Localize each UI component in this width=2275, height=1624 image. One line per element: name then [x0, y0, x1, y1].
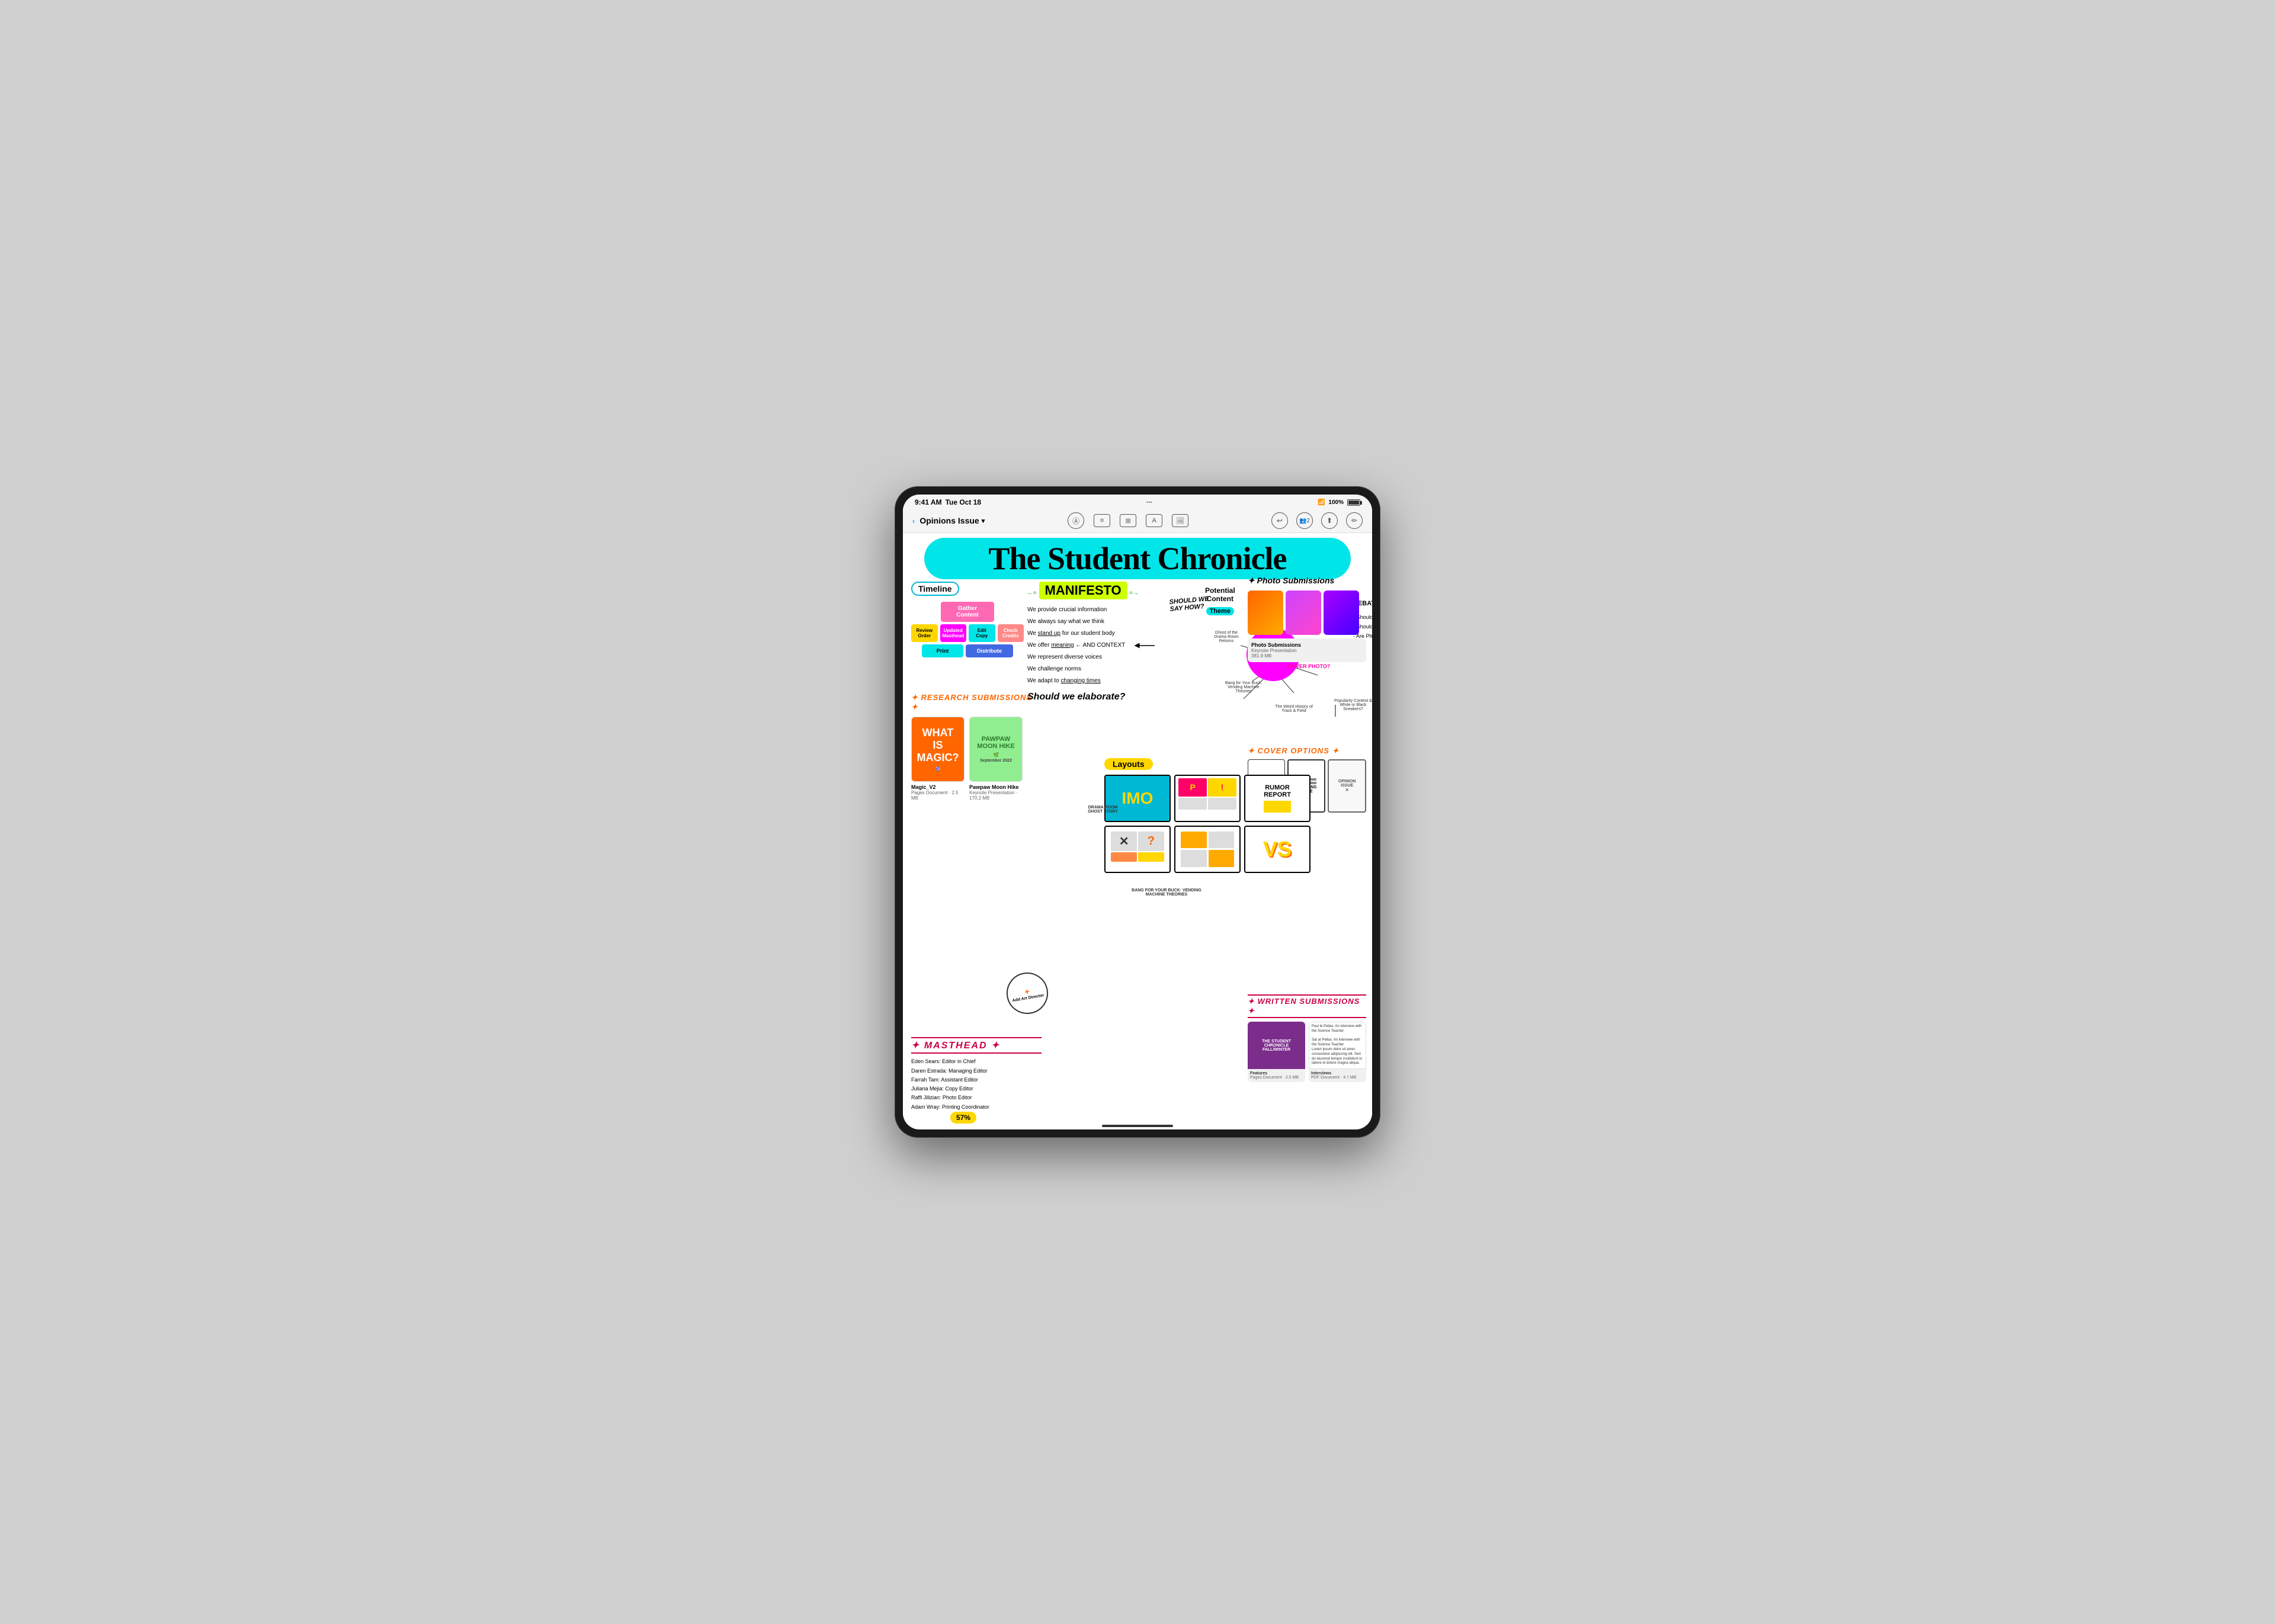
- toolbar: ‹ Opinions Issue ▾ Ⓐ ≡ ⊞ A 🖼 ↩ 👥2 ⬆ ✏: [903, 509, 1372, 533]
- text-format-icon[interactable]: A: [1146, 514, 1162, 527]
- timeline-section: Timeline Gather Content Review Order Upd…: [911, 582, 1024, 660]
- photo-card-1-title: Photo Submissions: [1251, 642, 1363, 648]
- print-box[interactable]: Print: [922, 644, 963, 657]
- interviews-name: Interviews: [1311, 1071, 1364, 1076]
- photo-card-1-type: Keynote Presentation: [1251, 648, 1363, 653]
- time: 9:41 AM: [915, 498, 942, 506]
- masthead-section-label: ✦ MASTHEAD ✦: [911, 1037, 1042, 1054]
- layout-grid[interactable]: P !: [1174, 775, 1241, 822]
- potential-content-section: PotentialContent Theme: [1205, 586, 1235, 616]
- pawpaw-doc-type: Keynote Presentation · 170.2 MB: [969, 790, 1023, 801]
- vending-machine-label: Bang for Your Buck: Vending Machine Theo…: [1223, 681, 1264, 694]
- document-title[interactable]: Opinions Issue ▾: [919, 516, 985, 525]
- potential-content-label: PotentialContent: [1205, 586, 1235, 603]
- theme-badge: Theme: [1206, 607, 1234, 615]
- elaborate-label: Should we elaborate?: [1027, 692, 1181, 702]
- masthead-banner: The Student Chronicle: [924, 538, 1351, 579]
- chronicle-title: The Student Chronicle: [948, 543, 1327, 575]
- layouts-label: Layouts: [1104, 758, 1153, 770]
- say-how-note: SHOULD WESAY HOW?: [1169, 595, 1210, 613]
- battery-label: 100%: [1328, 499, 1344, 506]
- vending-machine-bottom-label: BANG FOR YOUR BUCK: VENDING MACHINE THEO…: [1128, 888, 1205, 897]
- ipad-screen: 9:41 AM Tue Oct 18 ··· 📶 100% ‹ Opinions…: [903, 495, 1372, 1129]
- cover-photo-note: ↑ COVER PHOTO?: [1248, 663, 1366, 669]
- undo-icon[interactable]: ↩: [1271, 512, 1288, 529]
- layout-question[interactable]: ✕ ?: [1104, 826, 1171, 873]
- cover-options-title: ✦ COVER OPTIONS ✦: [1248, 746, 1366, 756]
- photo-thumb-3[interactable]: [1324, 590, 1359, 635]
- masthead-names: Eden Sears: Editor in Chief Daren Estrad…: [911, 1057, 1042, 1112]
- manifesto-label: MANIFESTO: [1039, 582, 1127, 599]
- photo-thumb-2[interactable]: [1286, 590, 1321, 635]
- layout-vs[interactable]: VS: [1244, 826, 1310, 873]
- written-submissions-section: ✦ WRITTEN SUBMISSIONS ✦ THE STUDENT CHRO…: [1248, 994, 1366, 1082]
- distribute-box[interactable]: Distribute: [966, 644, 1013, 657]
- features-name: Features: [1250, 1071, 1303, 1076]
- magic-doc-type: Pages Document · 2.5 MB: [911, 790, 965, 801]
- timeline-label: Timeline: [911, 582, 959, 596]
- drama-room-label: DRAMA ROOM GHOST STORY: [1087, 805, 1119, 814]
- collab-icon[interactable]: 👥2: [1296, 512, 1313, 529]
- ipad-device: 9:41 AM Tue Oct 18 ··· 📶 100% ‹ Opinions…: [895, 486, 1380, 1138]
- pawpaw-doc-card[interactable]: PAWPAW MOON HIKE 🌿 September 2022 Pawpaw…: [969, 717, 1023, 801]
- image-icon[interactable]: 🖼: [1172, 514, 1188, 527]
- manifesto-section: ←≈ MANIFESTO ≈→ We provide crucial infor…: [1027, 582, 1181, 702]
- layout-imo[interactable]: IMO: [1104, 775, 1171, 822]
- layout-rumor-report[interactable]: RUMOR REPORT: [1244, 775, 1310, 822]
- text-lines-icon[interactable]: ≡: [1094, 514, 1110, 527]
- research-label: ✦ RESEARCH SUBMISSIONS ✦: [911, 693, 1042, 712]
- photo-submissions-section: ✦ Photo Submissions Photo Submissions Ke…: [1248, 576, 1366, 669]
- dropdown-chevron[interactable]: ▾: [982, 517, 985, 525]
- layout-boxes[interactable]: [1174, 826, 1241, 873]
- wifi-icon: 📶: [1318, 499, 1325, 506]
- track-field-label: The Weird History of Track & Field: [1270, 705, 1318, 713]
- photo-card-1-size: 381.9 MB: [1251, 653, 1363, 659]
- edit-copy-box[interactable]: Edit Copy: [969, 624, 995, 642]
- review-order-box[interactable]: Review Order: [911, 624, 938, 642]
- date: Tue Oct 18: [946, 498, 981, 506]
- back-button[interactable]: ‹: [912, 516, 915, 525]
- manifesto-items: We provide crucial information We always…: [1027, 604, 1181, 687]
- add-art-director-sticker[interactable]: + Add Art Director: [1003, 969, 1051, 1017]
- gather-content-box[interactable]: Gather Content: [941, 602, 994, 622]
- magic-doc-card[interactable]: WHAT IS MAGIC? 🔮 Magic_V2 Pages Document…: [911, 717, 965, 801]
- layers-icon[interactable]: ⊞: [1120, 514, 1136, 527]
- progress-badge: 57%: [950, 1112, 976, 1124]
- scroll-indicator: [1102, 1125, 1173, 1127]
- written-submissions-title: ✦ WRITTEN SUBMISSIONS ✦: [1248, 994, 1366, 1018]
- photo-card-1[interactable]: Photo Submissions Keynote Presentation 3…: [1248, 638, 1366, 662]
- edit-icon[interactable]: ✏: [1346, 512, 1363, 529]
- ghost-drama-label: Ghost of the Drama Room Returns: [1209, 631, 1244, 643]
- pawpaw-doc-name: Pawpaw Moon Hike: [969, 784, 1023, 790]
- pen-tool-icon[interactable]: Ⓐ: [1068, 512, 1084, 529]
- photo-thumb-1[interactable]: [1248, 590, 1283, 635]
- interviews-type: PDF Document · 4.7 MB: [1311, 1076, 1364, 1080]
- status-bar: 9:41 AM Tue Oct 18 ··· 📶 100%: [903, 495, 1372, 509]
- masthead-credits-section: ✦ MASTHEAD ✦ Eden Sears: Editor in Chief…: [911, 1037, 1042, 1112]
- features-type: Pages Document · 2.5 MB: [1250, 1076, 1303, 1080]
- share-icon[interactable]: ⬆: [1321, 512, 1338, 529]
- magic-doc-name: Magic_V2: [911, 784, 965, 790]
- updated-masthead-box[interactable]: Updated Masthead: [940, 624, 967, 642]
- research-submissions: ✦ RESEARCH SUBMISSIONS ✦ WHAT IS MAGIC? …: [911, 693, 1042, 801]
- cover-option-3[interactable]: OPINIONISSUE✕: [1328, 759, 1366, 813]
- interviews-card[interactable]: Paul le Pellas: An interview with the Sc…: [1309, 1022, 1366, 1082]
- layouts-section: Layouts IMO P !: [1104, 758, 1329, 873]
- check-credits-box[interactable]: Check Credits: [998, 624, 1024, 642]
- features-card[interactable]: THE STUDENT CHRONICLEFALL/WINTER Feature…: [1248, 1022, 1305, 1082]
- canvas-area: The Student Chronicle Timeline Gather Co…: [903, 533, 1372, 1129]
- popularity-contest-label: Popularity Contest & White or Black Snea…: [1329, 699, 1372, 711]
- photo-submissions-title: ✦ Photo Submissions: [1248, 576, 1366, 586]
- battery-icon: [1347, 499, 1360, 506]
